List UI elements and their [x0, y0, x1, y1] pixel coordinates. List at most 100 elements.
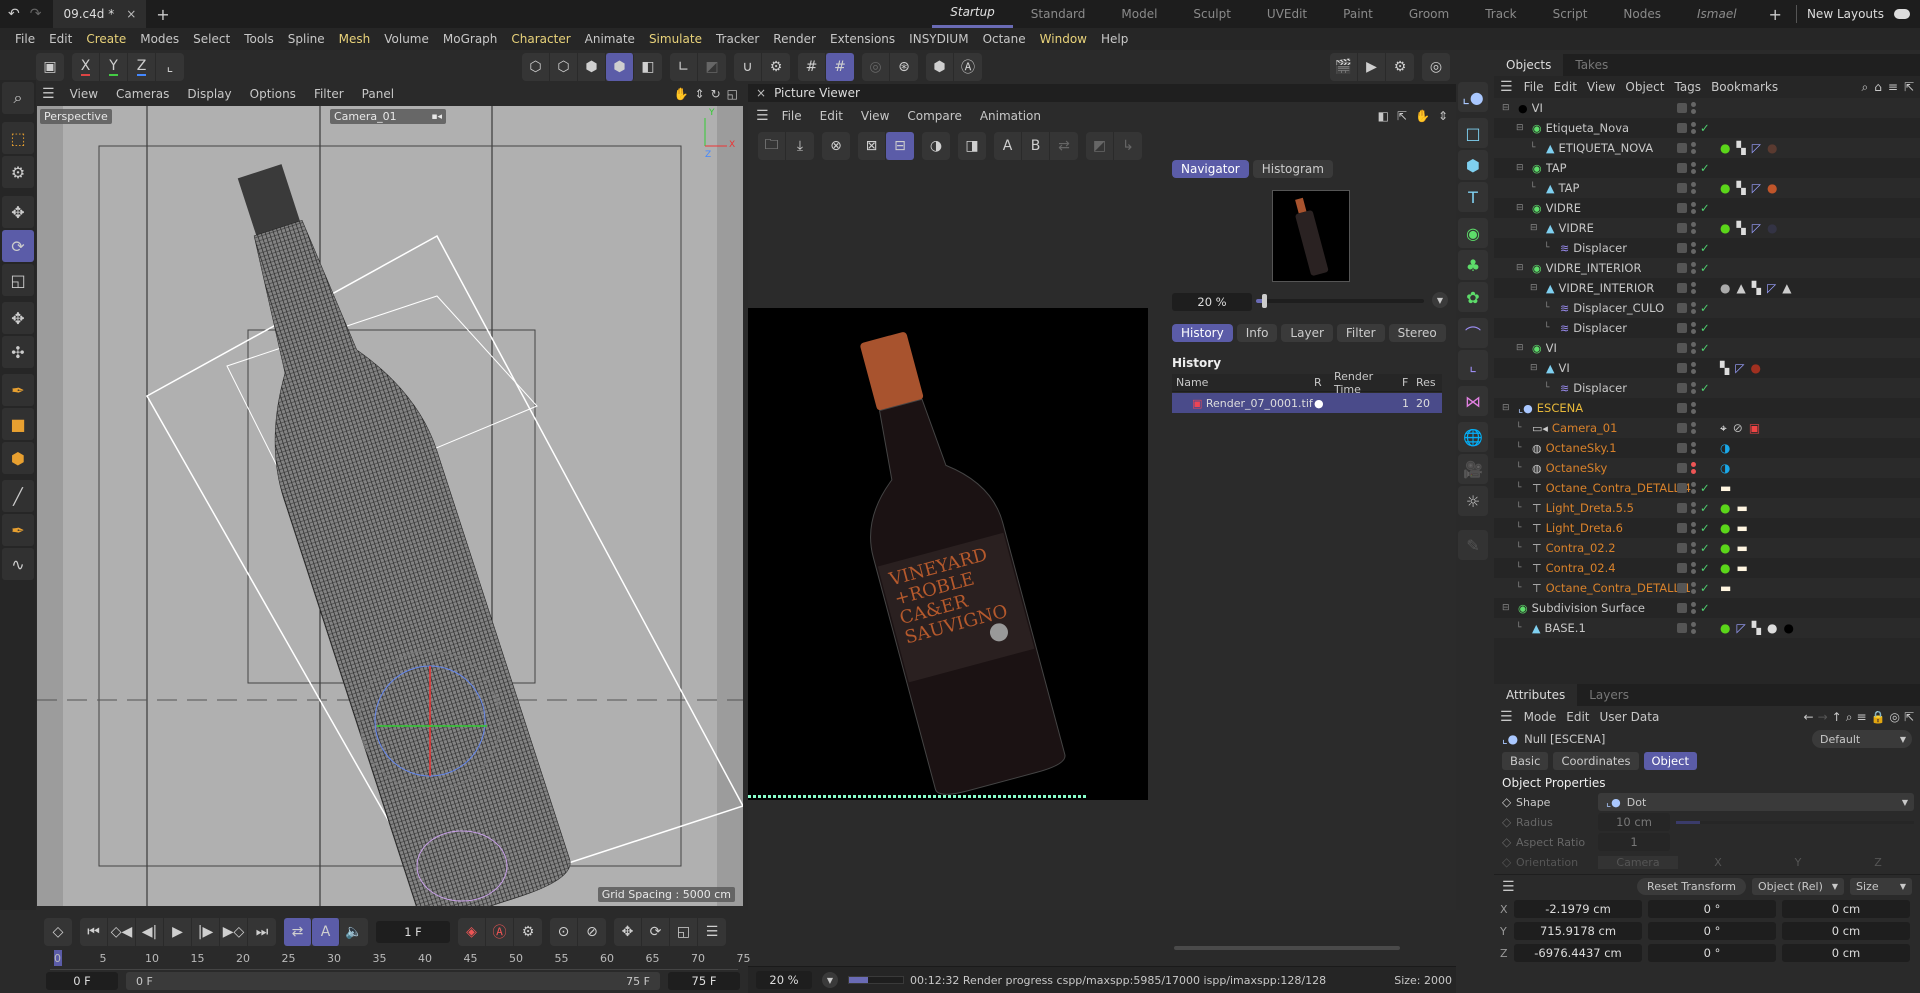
viewport-menu-display[interactable]: Display	[178, 87, 240, 101]
play-icon[interactable]: ▶	[164, 918, 192, 946]
size-field[interactable]: 0 cm	[1782, 944, 1910, 962]
expand-toggle-icon[interactable]: └	[1516, 623, 1528, 633]
navigator-thumbnail[interactable]	[1272, 190, 1350, 282]
enabled-check-icon[interactable]: ✓	[1700, 481, 1712, 495]
tab-object[interactable]: Object	[1643, 752, 1697, 770]
shape-dropdown[interactable]: ⌞● Dot ▼	[1598, 793, 1914, 811]
add-layout-icon[interactable]: +	[1769, 5, 1782, 24]
object-row[interactable]: ⊟ ◉ Etiqueta_Nova ✓	[1494, 118, 1920, 138]
history-row[interactable]: ▣ Render_07_0001.tif ● 1 20	[1172, 393, 1442, 413]
open-file-icon[interactable]: 🗀	[758, 132, 786, 160]
next-key-icon[interactable]: ▶◇	[220, 918, 248, 946]
expand-toggle-icon[interactable]: └	[1530, 183, 1542, 193]
object-row[interactable]: ⊟ ▲ VIDRE ● ▚ ◸ ●	[1494, 218, 1920, 238]
object-name[interactable]: BASE.1	[1544, 621, 1585, 635]
layer-icon[interactable]	[1677, 123, 1687, 133]
phong-tag-icon[interactable]: ●	[1720, 521, 1730, 535]
enabled-check-icon[interactable]: ✓	[1700, 161, 1712, 175]
menu-mesh[interactable]: Mesh	[332, 32, 378, 46]
visibility-dots[interactable]	[1691, 122, 1696, 134]
visibility-dots[interactable]	[1691, 582, 1696, 594]
expand-toggle-icon[interactable]: └	[1516, 443, 1528, 453]
object-row[interactable]: └ ⊤ Octane_Contra_DETALL.4 ✓ ▬	[1494, 478, 1920, 498]
uvw-tag-icon[interactable]: ▚	[1736, 141, 1745, 155]
light-tag-icon[interactable]: ▬	[1736, 521, 1747, 535]
layer-icon[interactable]	[1677, 323, 1687, 333]
enabled-check-icon[interactable]: ✓	[1700, 581, 1712, 595]
preset-dropdown[interactable]: Default ▼	[1812, 730, 1912, 748]
status-zoom-dropdown-icon[interactable]: ▼	[822, 972, 838, 988]
visibility-dots[interactable]	[1691, 602, 1696, 614]
attr-menu-mode[interactable]: Mode	[1519, 710, 1562, 724]
auto-key-icon[interactable]: Ⓐ	[954, 53, 982, 81]
enabled-check-icon[interactable]: ✓	[1700, 381, 1712, 395]
placement-icon[interactable]: ✣	[2, 336, 34, 368]
navigator-zoom-slider[interactable]	[1256, 294, 1424, 308]
undo-icon[interactable]: ↶	[8, 6, 20, 22]
attr-filter-icon[interactable]: ≡	[1856, 710, 1866, 724]
light-tag-icon[interactable]: ▬	[1720, 481, 1731, 495]
visibility-dots[interactable]	[1691, 102, 1696, 114]
object-name[interactable]: VIDRE	[1546, 201, 1581, 215]
object-name[interactable]: VIDRE	[1558, 221, 1593, 235]
object-row[interactable]: └ ⊤ Light_Dreta.6 ✓ ● ▬	[1494, 518, 1920, 538]
layout-tab-script[interactable]: Script	[1535, 0, 1606, 28]
key-settings-icon[interactable]: ⚙	[514, 918, 542, 946]
render-region-icon[interactable]: ⊠	[858, 132, 886, 160]
object-row[interactable]: └ ◍ OctaneSky.1 ◑	[1494, 438, 1920, 458]
layout-tab-model[interactable]: Model	[1103, 0, 1175, 28]
visibility-dots[interactable]	[1691, 342, 1696, 354]
phong-tag-icon[interactable]: ●	[1720, 501, 1730, 515]
object-row[interactable]: ⊟ ● VI	[1494, 98, 1920, 118]
rotation-field[interactable]: 0 °	[1648, 900, 1776, 918]
swap-ab-icon[interactable]: ⇄	[1050, 132, 1078, 160]
visibility-dots[interactable]	[1691, 442, 1696, 454]
menu-mograph[interactable]: MoGraph	[436, 32, 505, 46]
om-undock-icon[interactable]: ⇱	[1904, 80, 1914, 94]
navigator-zoom-field[interactable]: 20 %	[1172, 293, 1252, 311]
layout-tab-groom[interactable]: Groom	[1391, 0, 1467, 28]
snap-icon[interactable]: ∪	[734, 53, 762, 81]
om-menu-object[interactable]: Object	[1620, 80, 1669, 94]
pv-menu-file[interactable]: File	[773, 109, 811, 123]
om-home-icon[interactable]: ⌂	[1874, 80, 1882, 94]
expand-toggle-icon[interactable]: └	[1516, 523, 1528, 533]
object-name[interactable]: TAP	[1558, 181, 1579, 195]
prev-frame-icon[interactable]: ◀|	[136, 918, 164, 946]
transform-icon[interactable]: ✥	[2, 302, 34, 334]
soft-selection-icon[interactable]: ◎	[862, 53, 890, 81]
cube-icon[interactable]: ⬢	[1458, 150, 1488, 180]
size-field[interactable]: 0 cm	[1782, 922, 1910, 940]
expand-toggle-icon[interactable]: ⊟	[1502, 103, 1514, 113]
object-row[interactable]: └ ◍ OctaneSky ◑	[1494, 458, 1920, 478]
tab-basic[interactable]: Basic	[1502, 752, 1549, 770]
sound-icon[interactable]: 🔈	[340, 918, 368, 946]
object-name[interactable]: Light_Dreta.5.5	[1546, 501, 1634, 515]
position-field[interactable]: 715.9178 cm	[1514, 922, 1642, 940]
enabled-check-icon[interactable]: ✓	[1700, 201, 1712, 215]
selection-tag-icon[interactable]: ◸	[1752, 181, 1761, 195]
material-tag-icon[interactable]: ●	[1783, 621, 1793, 635]
menu-simulate[interactable]: Simulate	[642, 32, 709, 46]
om-menu-edit[interactable]: Edit	[1549, 80, 1582, 94]
layer-icon[interactable]	[1677, 183, 1687, 193]
object-row[interactable]: └ ▲ TAP ● ▚ ◸ ●	[1494, 178, 1920, 198]
expand-toggle-icon[interactable]: └	[1516, 563, 1528, 573]
object-name[interactable]: OctaneSky	[1546, 461, 1608, 475]
zoom-slider-knob[interactable]	[1262, 294, 1268, 308]
octane-camera-icon[interactable]: 🎥	[1458, 454, 1488, 484]
stop-render-icon[interactable]: ⊗	[822, 132, 850, 160]
archive-icon[interactable]: ▣	[36, 53, 64, 81]
visibility-dots[interactable]	[1691, 182, 1696, 194]
layout-tab-startup[interactable]: Startup	[932, 0, 1013, 28]
octane-live-viewer-icon[interactable]: ◎	[1422, 53, 1450, 81]
enabled-check-icon[interactable]: ✓	[1700, 501, 1712, 515]
object-name[interactable]: Etiqueta_Nova	[1546, 121, 1629, 135]
layer-icon[interactable]	[1677, 563, 1687, 573]
visibility-dots[interactable]	[1691, 202, 1696, 214]
set-b-button[interactable]: B	[1022, 132, 1050, 160]
viewport-menu-filter[interactable]: Filter	[305, 87, 353, 101]
expand-toggle-icon[interactable]: ⊟	[1530, 283, 1542, 293]
phong-tag-icon[interactable]: ●	[1720, 221, 1730, 235]
layer-icon[interactable]	[1677, 523, 1687, 533]
